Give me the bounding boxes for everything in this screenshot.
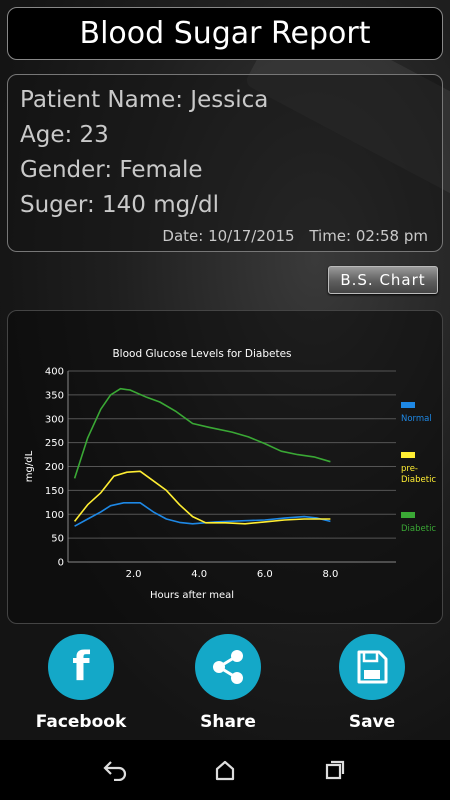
facebook-icon[interactable]: f xyxy=(48,634,114,700)
save-button[interactable]: Save xyxy=(312,634,432,732)
blood-glucose-chart: Blood Glucose Levels for Diabetes 0 50 100 1… xyxy=(24,348,436,601)
legend-swatch xyxy=(401,402,415,408)
x-axis-label: Hours after meal xyxy=(150,590,234,601)
legend-label: Normal xyxy=(401,414,432,424)
y-tick-label: 250 xyxy=(45,438,64,449)
action-bar: f Facebook Share Save xyxy=(0,634,450,740)
patient-sugar: Suger: 140 mg/dl xyxy=(20,192,219,218)
facebook-button[interactable]: f Facebook xyxy=(21,634,141,732)
series-line-diabetic xyxy=(73,387,331,479)
patient-name: Patient Name: Jessica xyxy=(20,87,269,113)
report-time: Time: 02:58 pm xyxy=(309,227,428,245)
facebook-label: Facebook xyxy=(35,712,127,732)
chart-card: Blood Glucose Levels for Diabetes 0 50 100 1… xyxy=(7,310,443,624)
y-tick-label: 50 xyxy=(51,534,64,545)
chart-title: Blood Glucose Levels for Diabetes xyxy=(112,348,291,360)
report-date: Date: 10/17/2015 xyxy=(162,227,295,245)
legend-swatch xyxy=(401,452,415,458)
y-tick-label: 0 xyxy=(58,558,64,569)
y-tick-label: 400 xyxy=(45,367,64,378)
patient-gender: Gender: Female xyxy=(20,157,203,183)
x-tick-label: 8.0 xyxy=(322,569,338,580)
y-tick-label: 100 xyxy=(45,510,64,521)
share-button[interactable]: Share xyxy=(168,634,288,732)
svg-text:f: f xyxy=(72,644,90,690)
report-timestamp: Date: 10/17/2015 Time: 02:58 pm xyxy=(152,227,428,245)
y-tick-label: 300 xyxy=(45,414,64,425)
series-line-pre-diabetic xyxy=(73,470,331,525)
page-title: Blood Sugar Report xyxy=(79,16,371,51)
share-icon[interactable] xyxy=(195,634,261,700)
x-tick-label: 6.0 xyxy=(257,569,273,580)
x-tick-label: 4.0 xyxy=(191,569,207,580)
legend-label: Diabetic xyxy=(401,524,436,534)
legend-label: pre- xyxy=(401,464,418,474)
y-tick-label: 150 xyxy=(45,486,64,497)
system-nav-bar xyxy=(0,740,450,800)
save-label: Save xyxy=(348,712,396,732)
legend-label: Diabetic xyxy=(401,475,436,485)
share-label: Share xyxy=(200,712,256,732)
back-icon[interactable] xyxy=(95,750,135,790)
recents-icon[interactable] xyxy=(315,750,355,790)
bs-chart-button[interactable]: B.S. Chart xyxy=(328,266,438,294)
home-icon[interactable] xyxy=(205,750,245,790)
y-tick-label: 350 xyxy=(45,390,64,401)
save-icon[interactable] xyxy=(339,634,405,700)
y-tick-label: 200 xyxy=(45,462,64,473)
x-tick-label: 2.0 xyxy=(126,569,142,580)
y-axis-label: mg/dL xyxy=(24,450,35,482)
title-bar: Blood Sugar Report xyxy=(7,7,443,60)
patient-age: Age: 23 xyxy=(20,122,109,148)
legend-swatch xyxy=(401,512,415,518)
patient-info-card: Patient Name: Jessica Age: 23 Gender: Fe… xyxy=(7,74,443,252)
